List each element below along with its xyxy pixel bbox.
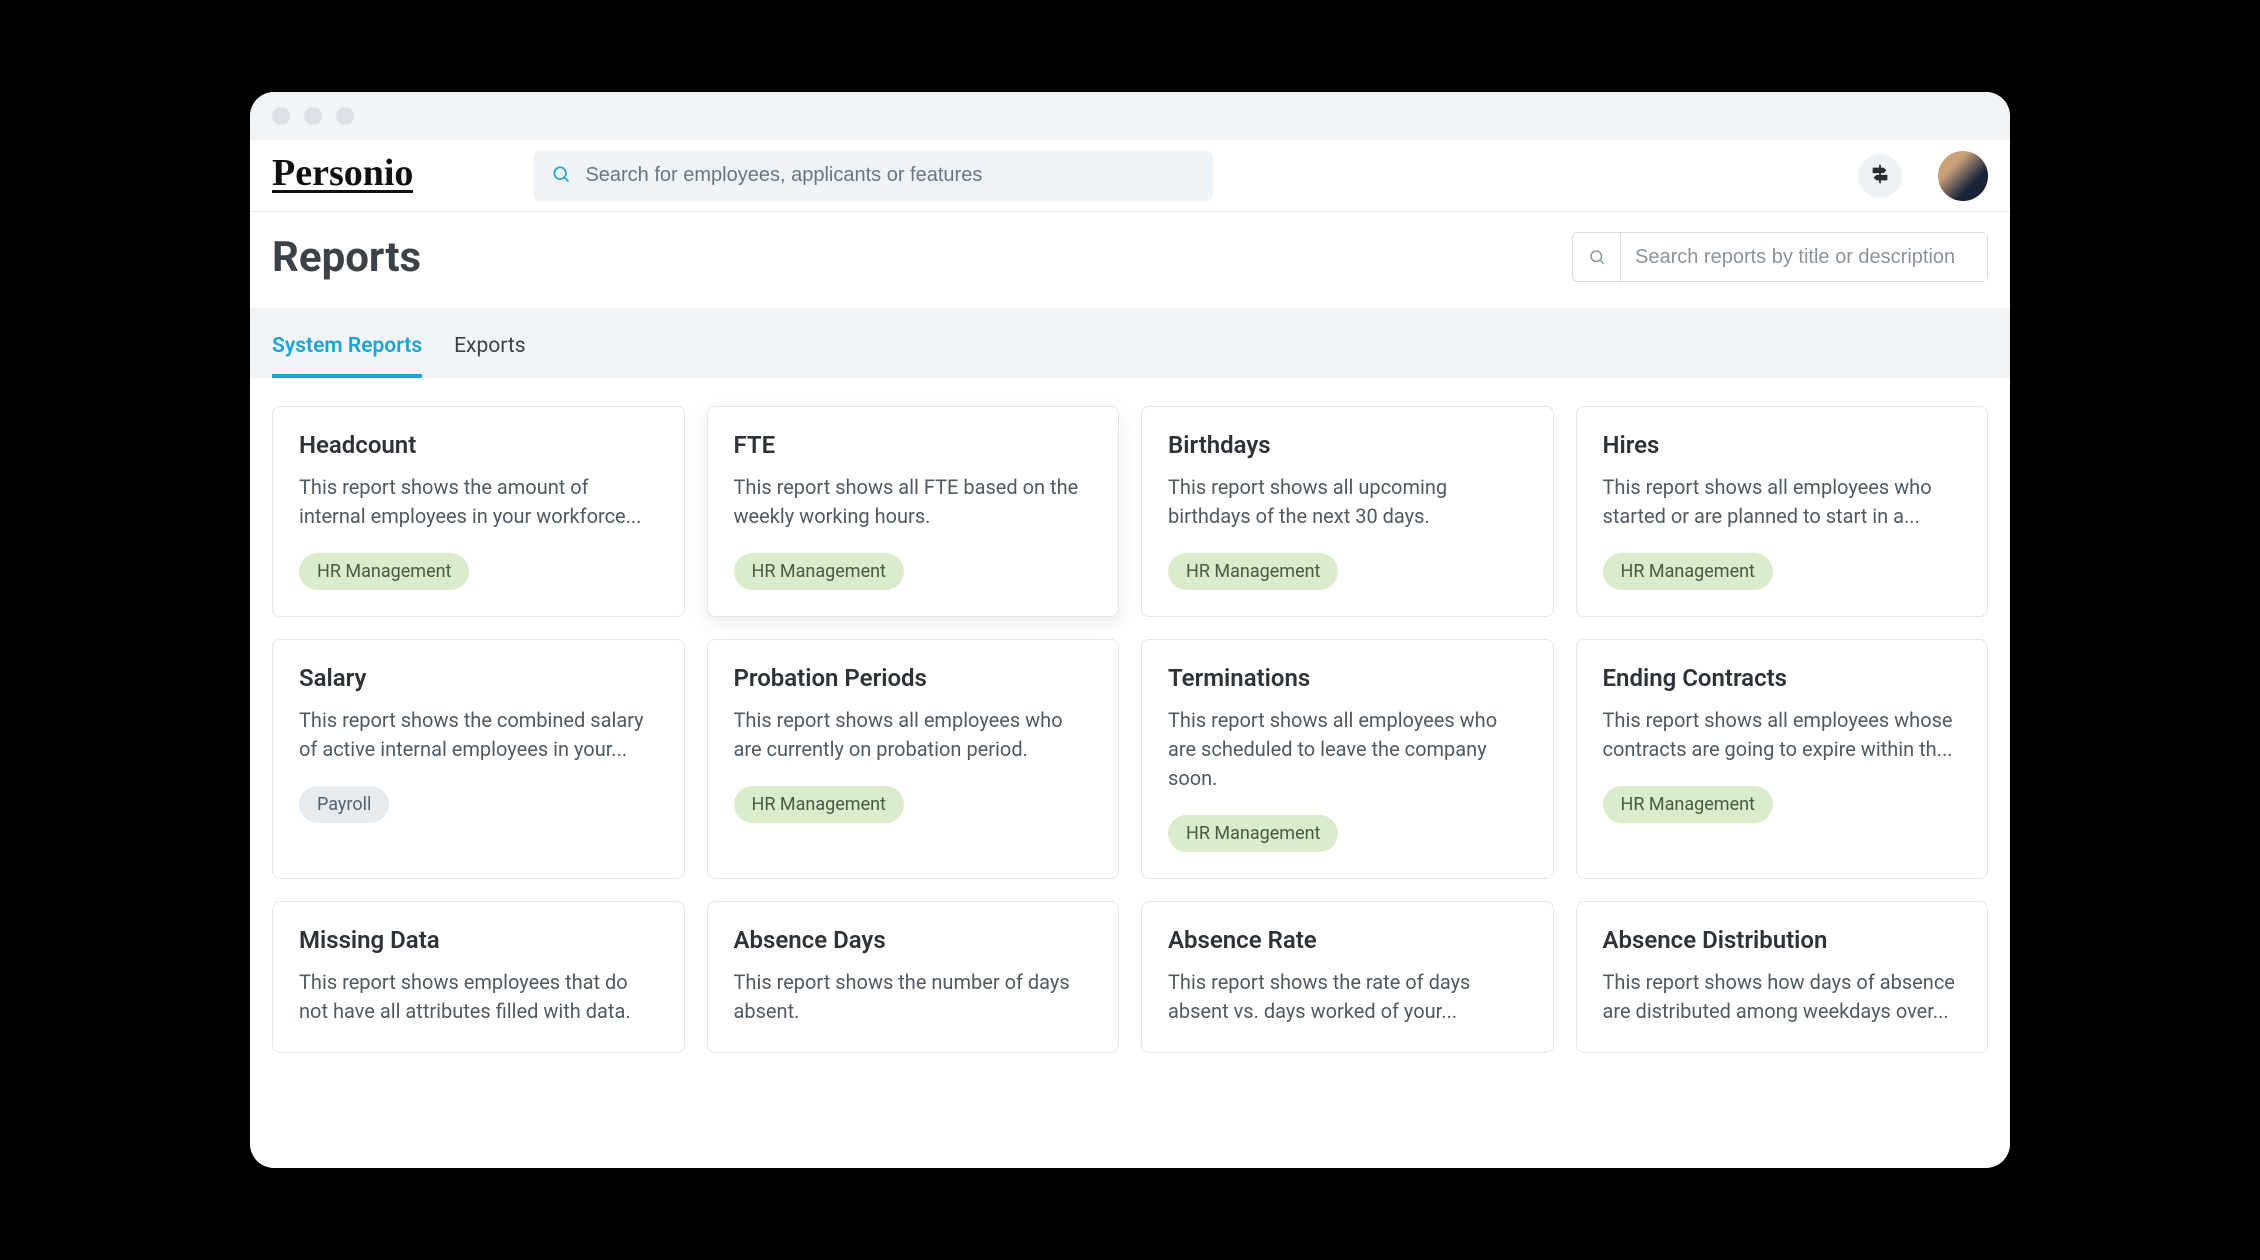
tab-exports[interactable]: Exports — [454, 312, 525, 378]
reports-grid: Headcount This report shows the amount o… — [250, 378, 2010, 1053]
tag-hr-management: HR Management — [734, 786, 904, 823]
report-card-salary[interactable]: Salary This report shows the combined sa… — [272, 639, 685, 879]
report-card-ending-contracts[interactable]: Ending Contracts This report shows all e… — [1576, 639, 1989, 879]
report-title: Missing Data — [299, 926, 658, 954]
report-card-headcount[interactable]: Headcount This report shows the amount o… — [272, 406, 685, 617]
tag-hr-management: HR Management — [1603, 786, 1773, 823]
tabs: System Reports Exports — [250, 308, 2010, 378]
report-card-missing-data[interactable]: Missing Data This report shows employees… — [272, 901, 685, 1053]
report-title: Probation Periods — [734, 664, 1093, 692]
signpost-icon — [1869, 163, 1891, 189]
tag-payroll: Payroll — [299, 786, 389, 823]
report-title: Absence Rate — [1168, 926, 1527, 954]
user-avatar[interactable] — [1938, 151, 1988, 201]
tag-hr-management: HR Management — [1168, 553, 1338, 590]
top-bar: Personio — [250, 140, 2010, 212]
reports-search[interactable] — [1572, 232, 1988, 282]
window-control-zoom[interactable] — [336, 107, 354, 125]
report-description: This report shows the amount of internal… — [299, 473, 658, 531]
window-titlebar — [250, 92, 2010, 140]
window-control-close[interactable] — [272, 107, 290, 125]
tag-hr-management: HR Management — [299, 553, 469, 590]
report-card-fte[interactable]: FTE This report shows all FTE based on t… — [707, 406, 1120, 617]
report-title: Birthdays — [1168, 431, 1527, 459]
tag-hr-management: HR Management — [1603, 553, 1773, 590]
report-description: This report shows all employees who are … — [1168, 706, 1527, 793]
report-title: Salary — [299, 664, 658, 692]
search-icon — [551, 164, 571, 188]
report-card-absence-rate[interactable]: Absence Rate This report shows the rate … — [1141, 901, 1554, 1053]
global-search[interactable] — [533, 151, 1213, 201]
page-header: Reports — [250, 212, 2010, 308]
search-icon — [1573, 233, 1621, 281]
report-description: This report shows all upcoming birthdays… — [1168, 473, 1527, 531]
report-card-terminations[interactable]: Terminations This report shows all emplo… — [1141, 639, 1554, 879]
reports-search-input[interactable] — [1621, 233, 1987, 281]
report-card-hires[interactable]: Hires This report shows all employees wh… — [1576, 406, 1989, 617]
report-description: This report shows all FTE based on the w… — [734, 473, 1093, 531]
report-card-birthdays[interactable]: Birthdays This report shows all upcoming… — [1141, 406, 1554, 617]
report-card-absence-days[interactable]: Absence Days This report shows the numbe… — [707, 901, 1120, 1053]
report-title: Ending Contracts — [1603, 664, 1962, 692]
report-title: Absence Distribution — [1603, 926, 1962, 954]
report-card-probation-periods[interactable]: Probation Periods This report shows all … — [707, 639, 1120, 879]
report-title: Headcount — [299, 431, 658, 459]
report-title: FTE — [734, 431, 1093, 459]
report-description: This report shows employees that do not … — [299, 968, 658, 1026]
report-title: Terminations — [1168, 664, 1527, 692]
report-title: Hires — [1603, 431, 1962, 459]
report-description: This report shows the number of days abs… — [734, 968, 1093, 1026]
page-title: Reports — [272, 233, 421, 282]
window-control-minimize[interactable] — [304, 107, 322, 125]
report-description: This report shows the rate of days absen… — [1168, 968, 1527, 1026]
report-description: This report shows how days of absence ar… — [1603, 968, 1962, 1026]
report-description: This report shows all employees whose co… — [1603, 706, 1962, 764]
tab-system-reports[interactable]: System Reports — [272, 312, 422, 378]
tag-hr-management: HR Management — [734, 553, 904, 590]
tag-hr-management: HR Management — [1168, 815, 1338, 852]
app-window: Personio Reports System Reports Exports — [250, 92, 2010, 1168]
report-description: This report shows all employees who star… — [1603, 473, 1962, 531]
report-title: Absence Days — [734, 926, 1093, 954]
brand-logo[interactable]: Personio — [272, 158, 413, 193]
report-description: This report shows the combined salary of… — [299, 706, 658, 764]
report-description: This report shows all employees who are … — [734, 706, 1093, 764]
report-card-absence-distribution[interactable]: Absence Distribution This report shows h… — [1576, 901, 1989, 1053]
guides-button[interactable] — [1858, 154, 1902, 198]
global-search-input[interactable] — [585, 164, 1195, 187]
